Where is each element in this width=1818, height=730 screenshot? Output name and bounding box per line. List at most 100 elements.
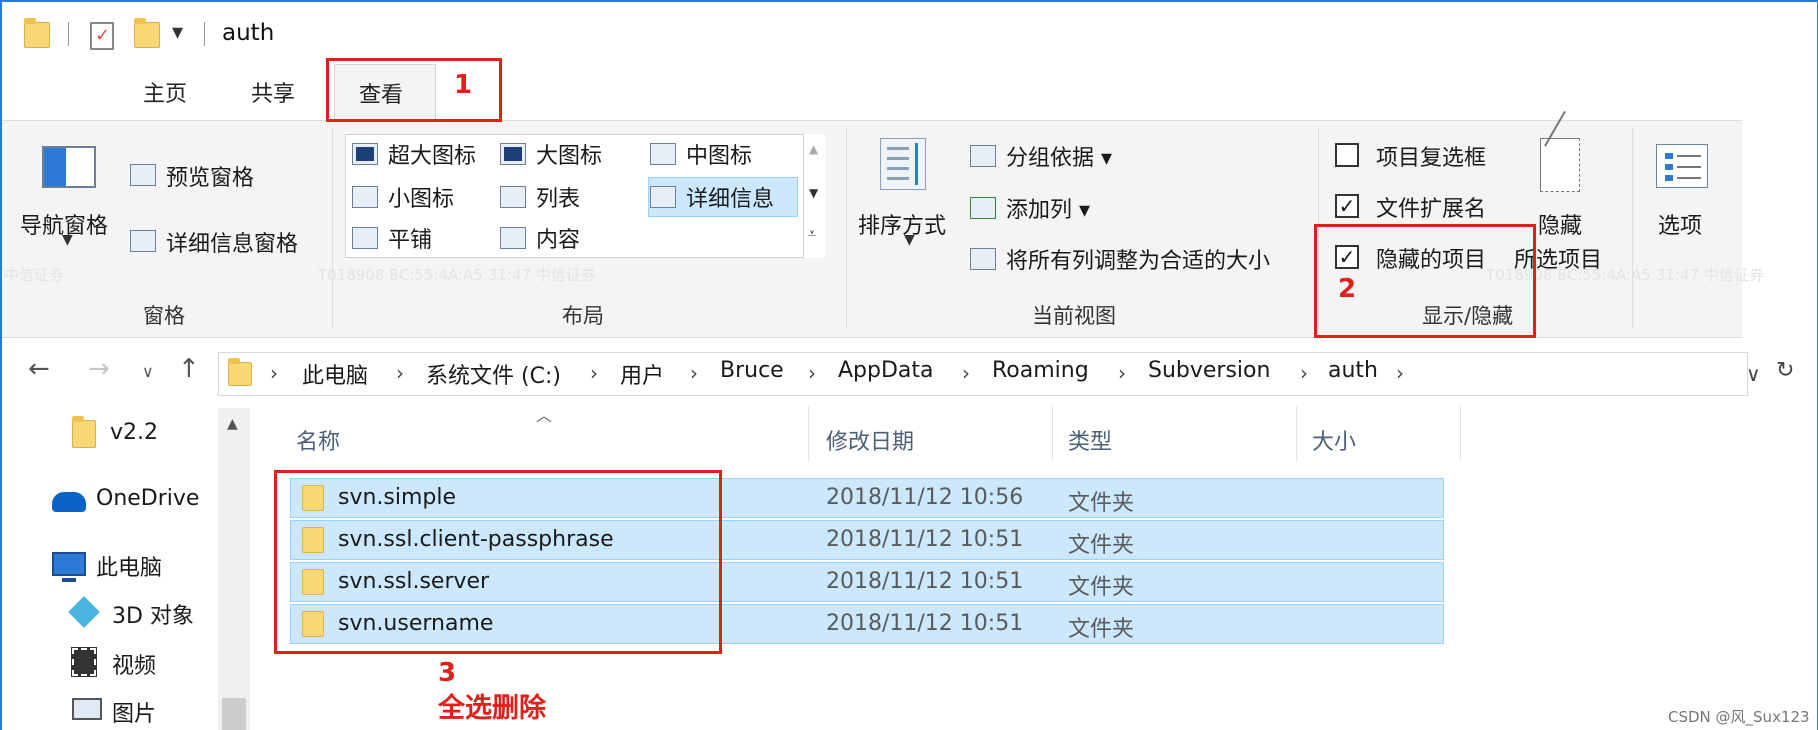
file-type: 文件夹 <box>1068 491 1135 516</box>
tab-home[interactable]: 主页 <box>143 76 187 108</box>
group-by-button[interactable]: 分组依据 ▾ <box>1006 140 1112 172</box>
nav-item-pictures[interactable]: 图片 <box>112 696 156 728</box>
onedrive-icon <box>52 492 86 512</box>
annotation-box-file-selection <box>274 470 722 654</box>
forward-arrow-icon[interactable]: → <box>88 354 110 384</box>
chevron-right-icon[interactable]: › <box>1300 361 1308 385</box>
breadcrumb-subversion[interactable]: Subversion <box>1148 358 1270 383</box>
folder-icon <box>228 358 252 386</box>
recent-locations-icon[interactable]: ∨ <box>142 362 154 381</box>
options-button[interactable]: 选项 <box>1658 208 1702 240</box>
layout-content[interactable]: 内容 <box>536 222 580 254</box>
refresh-icon[interactable]: ↻ <box>1776 358 1794 383</box>
layout-extra-large-icons[interactable]: 超大图标 <box>388 138 476 170</box>
content-icon <box>500 227 526 249</box>
nav-item-videos[interactable]: 视频 <box>112 648 156 680</box>
nav-pane-scrollbar[interactable]: ▲ <box>218 408 250 730</box>
layout-medium-icons[interactable]: 中图标 <box>686 138 752 170</box>
window-title: auth <box>222 20 275 46</box>
details-pane-button[interactable]: 详细信息窗格 <box>166 226 298 258</box>
toolbar-divider <box>68 22 69 46</box>
nav-pane-scroll-thumb[interactable] <box>222 698 246 730</box>
breadcrumb-this-pc[interactable]: 此电脑 <box>302 358 368 390</box>
monitor-stand <box>62 578 76 582</box>
layout-details[interactable]: 详细信息 <box>686 181 774 213</box>
column-header-date[interactable]: 修改日期 <box>826 424 914 456</box>
details-icon <box>650 186 676 208</box>
group-label-current-view: 当前视图 <box>1032 304 1116 328</box>
chevron-right-icon[interactable]: › <box>1396 361 1404 385</box>
back-arrow-icon[interactable]: ← <box>28 354 50 384</box>
medium-icons-icon <box>650 143 676 165</box>
breadcrumb-roaming[interactable]: Roaming <box>992 358 1089 383</box>
column-header-name[interactable]: 名称 <box>296 424 340 456</box>
tiles-icon <box>352 227 378 249</box>
file-extensions-checkbox[interactable]: ✓ <box>1335 194 1359 218</box>
breadcrumb-c-drive[interactable]: 系统文件 (C:) <box>426 358 561 390</box>
sort-ascending-icon: ︿ <box>536 406 553 425</box>
file-extensions-label: 文件扩展名 <box>1376 197 1487 222</box>
column-header-type[interactable]: 类型 <box>1068 424 1112 456</box>
annotation-step-3: 3 <box>438 658 457 688</box>
chevron-right-icon[interactable]: › <box>962 361 970 385</box>
nav-item-onedrive[interactable]: OneDrive <box>96 486 199 511</box>
fit-columns-button[interactable]: 将所有列调整为合适的大小 <box>1006 243 1270 275</box>
nav-item-v2-2[interactable]: v2.2 <box>110 420 158 445</box>
qa-customize-dropdown[interactable]: ▾ <box>172 20 183 45</box>
folder-icon <box>72 416 96 448</box>
item-checkboxes-checkbox[interactable] <box>1335 143 1359 167</box>
breadcrumb-auth[interactable]: auth <box>1328 358 1378 383</box>
hide-selected-icon <box>1540 110 1580 192</box>
layout-small-icons[interactable]: 小图标 <box>388 181 454 213</box>
sort-by-button[interactable]: 排序方式 <box>858 208 946 240</box>
address-dropdown-icon[interactable]: ∨ <box>1746 362 1761 386</box>
column-divider[interactable] <box>808 406 809 462</box>
annotation-delete-all: 全选删除 <box>438 693 546 724</box>
videos-icon <box>71 647 97 677</box>
column-divider[interactable] <box>1296 406 1297 462</box>
file-date: 2018/11/12 10:56 <box>826 485 1024 510</box>
this-pc-icon <box>52 552 86 576</box>
breadcrumb-users[interactable]: 用户 <box>620 358 664 390</box>
chevron-right-icon[interactable]: › <box>590 361 598 385</box>
add-column-button[interactable]: 添加列 ▾ <box>1006 192 1090 224</box>
gallery-expand-icon[interactable]: ⩡ <box>808 226 816 242</box>
scroll-up-icon[interactable]: ▲ <box>809 142 818 156</box>
hide-selected-button[interactable]: 隐藏 <box>1538 208 1582 240</box>
chevron-right-icon[interactable]: › <box>396 361 404 385</box>
new-folder-icon[interactable] <box>134 18 160 48</box>
nav-item-this-pc[interactable]: 此电脑 <box>96 550 162 582</box>
small-icons-icon <box>352 186 378 208</box>
layout-tiles[interactable]: 平铺 <box>388 222 432 254</box>
gallery-scrollbar[interactable]: ▲ ▼ ⩡ <box>803 134 825 258</box>
scroll-up-icon[interactable]: ▲ <box>227 416 238 432</box>
chevron-right-icon[interactable]: › <box>808 361 816 385</box>
layout-large-icons[interactable]: 大图标 <box>536 138 602 170</box>
tab-share[interactable]: 共享 <box>251 76 295 108</box>
layout-list[interactable]: 列表 <box>536 181 580 213</box>
chevron-right-icon[interactable]: › <box>270 361 278 385</box>
up-arrow-icon[interactable]: ↑ <box>178 354 200 384</box>
group-label-panes: 窗格 <box>143 304 185 328</box>
properties-icon[interactable]: ✓ <box>90 22 114 50</box>
breadcrumb-bruce[interactable]: Bruce <box>720 358 784 383</box>
chevron-right-icon[interactable]: › <box>690 361 698 385</box>
annotation-step-2: 2 <box>1338 274 1357 304</box>
list-icon <box>500 186 526 208</box>
scroll-down-icon[interactable]: ▼ <box>809 186 818 200</box>
chevron-right-icon[interactable]: › <box>1118 361 1126 385</box>
column-header-size[interactable]: 大小 <box>1312 424 1356 456</box>
add-column-icon <box>970 197 996 219</box>
file-date: 2018/11/12 10:51 <box>826 569 1024 594</box>
preview-pane-button[interactable]: 预览窗格 <box>166 160 254 192</box>
large-icons-icon <box>500 143 526 165</box>
column-divider[interactable] <box>1052 406 1053 462</box>
breadcrumb-appdata[interactable]: AppData <box>838 358 934 383</box>
group-divider <box>332 128 333 328</box>
group-by-icon <box>970 145 996 167</box>
csdn-credit: CSDN @风_Sux123 <box>1668 708 1810 726</box>
navigation-pane-icon[interactable] <box>42 146 96 188</box>
nav-item-3d-objects[interactable]: 3D 对象 <box>112 598 194 630</box>
file-date: 2018/11/12 10:51 <box>826 611 1024 636</box>
column-divider[interactable] <box>1460 406 1461 462</box>
